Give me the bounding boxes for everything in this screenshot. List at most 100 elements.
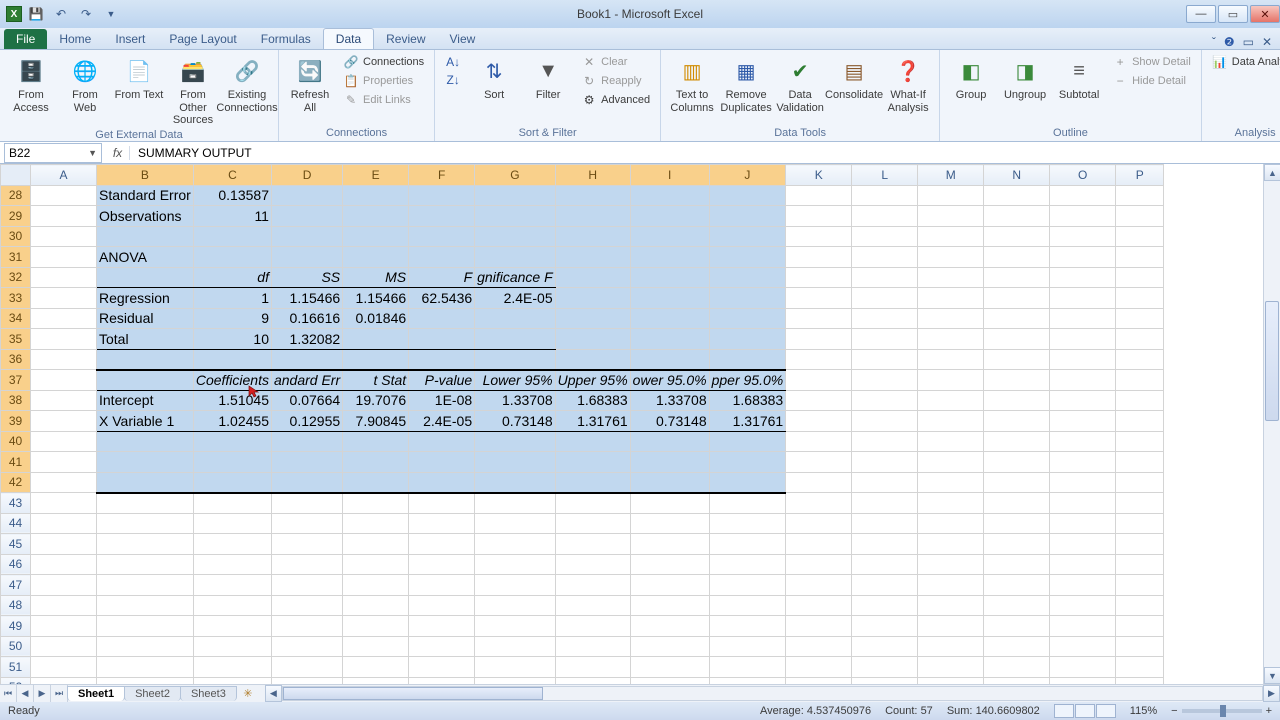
cell-M37[interactable] <box>918 370 984 391</box>
cell-C29[interactable]: 11 <box>193 206 271 227</box>
tab-home[interactable]: Home <box>47 29 103 49</box>
cell-G50[interactable] <box>475 636 555 657</box>
cell-B50[interactable] <box>97 636 194 657</box>
cell-H32[interactable] <box>555 267 630 288</box>
cell-B47[interactable] <box>97 575 194 596</box>
cell-I46[interactable] <box>630 554 709 575</box>
cell-D52[interactable] <box>271 677 342 684</box>
cell-H40[interactable] <box>555 431 630 452</box>
cell-E41[interactable] <box>343 452 409 473</box>
hide-detail-button[interactable]: −Hide Detail <box>1108 72 1195 90</box>
cell-P44[interactable] <box>1116 513 1164 534</box>
cell-I29[interactable] <box>630 206 709 227</box>
cell-M40[interactable] <box>918 431 984 452</box>
cell-G35[interactable] <box>475 329 555 350</box>
cell-A36[interactable] <box>31 349 97 370</box>
cell-G28[interactable] <box>475 185 555 206</box>
sheet-nav-prev-icon[interactable]: ◀ <box>17 685 34 702</box>
cell-B35[interactable]: Total <box>97 329 194 350</box>
cell-J42[interactable] <box>709 472 786 493</box>
cell-G45[interactable] <box>475 534 555 555</box>
cell-H52[interactable] <box>555 677 630 684</box>
redo-icon[interactable]: ↷ <box>75 3 97 25</box>
cell-D48[interactable] <box>271 595 342 616</box>
cell-G48[interactable] <box>475 595 555 616</box>
col-header-E[interactable]: E <box>343 165 409 186</box>
cell-O49[interactable] <box>1050 616 1116 637</box>
cell-D40[interactable] <box>271 431 342 452</box>
cell-N41[interactable] <box>984 452 1050 473</box>
cell-O29[interactable] <box>1050 206 1116 227</box>
cell-L31[interactable] <box>852 247 918 268</box>
cell-F46[interactable] <box>409 554 475 575</box>
cell-C32[interactable]: df <box>193 267 271 288</box>
sheet-tab-2[interactable]: Sheet2 <box>124 686 181 701</box>
cell-E49[interactable] <box>343 616 409 637</box>
cell-J34[interactable] <box>709 308 786 329</box>
cell-O32[interactable] <box>1050 267 1116 288</box>
cell-M51[interactable] <box>918 657 984 678</box>
cell-L34[interactable] <box>852 308 918 329</box>
cell-L47[interactable] <box>852 575 918 596</box>
row-header-47[interactable]: 47 <box>1 575 31 596</box>
cell-D38[interactable]: 0.07664 <box>271 390 342 411</box>
cell-B49[interactable] <box>97 616 194 637</box>
cell-L52[interactable] <box>852 677 918 684</box>
cell-A39[interactable] <box>31 411 97 432</box>
cell-L35[interactable] <box>852 329 918 350</box>
cell-N52[interactable] <box>984 677 1050 684</box>
cell-M49[interactable] <box>918 616 984 637</box>
row-header-51[interactable]: 51 <box>1 657 31 678</box>
cell-G43[interactable] <box>475 493 555 514</box>
cell-B52[interactable] <box>97 677 194 684</box>
cell-F34[interactable] <box>409 308 475 329</box>
cell-O50[interactable] <box>1050 636 1116 657</box>
cell-D31[interactable] <box>271 247 342 268</box>
cell-K28[interactable] <box>786 185 852 206</box>
minimize-button[interactable]: — <box>1186 5 1216 23</box>
cell-N48[interactable] <box>984 595 1050 616</box>
cell-B44[interactable] <box>97 513 194 534</box>
cell-D45[interactable] <box>271 534 342 555</box>
cell-E42[interactable] <box>343 472 409 493</box>
save-icon[interactable]: 💾 <box>25 3 47 25</box>
cell-F42[interactable] <box>409 472 475 493</box>
cell-K37[interactable] <box>786 370 852 391</box>
cell-P39[interactable] <box>1116 411 1164 432</box>
text-to-columns-button[interactable]: ▥Text to Columns <box>667 53 717 114</box>
cell-K52[interactable] <box>786 677 852 684</box>
cell-C41[interactable] <box>193 452 271 473</box>
cell-L37[interactable] <box>852 370 918 391</box>
cell-F51[interactable] <box>409 657 475 678</box>
ungroup-button[interactable]: ◨Ungroup <box>1000 53 1050 102</box>
cell-L44[interactable] <box>852 513 918 534</box>
cell-M45[interactable] <box>918 534 984 555</box>
cell-N45[interactable] <box>984 534 1050 555</box>
cell-I28[interactable] <box>630 185 709 206</box>
cell-K50[interactable] <box>786 636 852 657</box>
cell-B46[interactable] <box>97 554 194 575</box>
cell-C49[interactable] <box>193 616 271 637</box>
filter-button[interactable]: ▼Filter <box>523 53 573 102</box>
cell-G29[interactable] <box>475 206 555 227</box>
cell-D42[interactable] <box>271 472 342 493</box>
sort-asc-button[interactable]: A↓ <box>441 53 465 71</box>
row-header-52[interactable]: 52 <box>1 677 31 684</box>
cell-I45[interactable] <box>630 534 709 555</box>
cell-I44[interactable] <box>630 513 709 534</box>
cell-I50[interactable] <box>630 636 709 657</box>
cell-F35[interactable] <box>409 329 475 350</box>
cell-K32[interactable] <box>786 267 852 288</box>
cell-L39[interactable] <box>852 411 918 432</box>
cell-K38[interactable] <box>786 390 852 411</box>
cell-I33[interactable] <box>630 288 709 309</box>
cell-F30[interactable] <box>409 226 475 247</box>
cell-F41[interactable] <box>409 452 475 473</box>
cell-H33[interactable] <box>555 288 630 309</box>
cell-J30[interactable] <box>709 226 786 247</box>
cell-C43[interactable] <box>193 493 271 514</box>
cell-H39[interactable]: 1.31761 <box>555 411 630 432</box>
sort-button[interactable]: ⇅Sort <box>469 53 519 102</box>
cell-E31[interactable] <box>343 247 409 268</box>
cell-C47[interactable] <box>193 575 271 596</box>
